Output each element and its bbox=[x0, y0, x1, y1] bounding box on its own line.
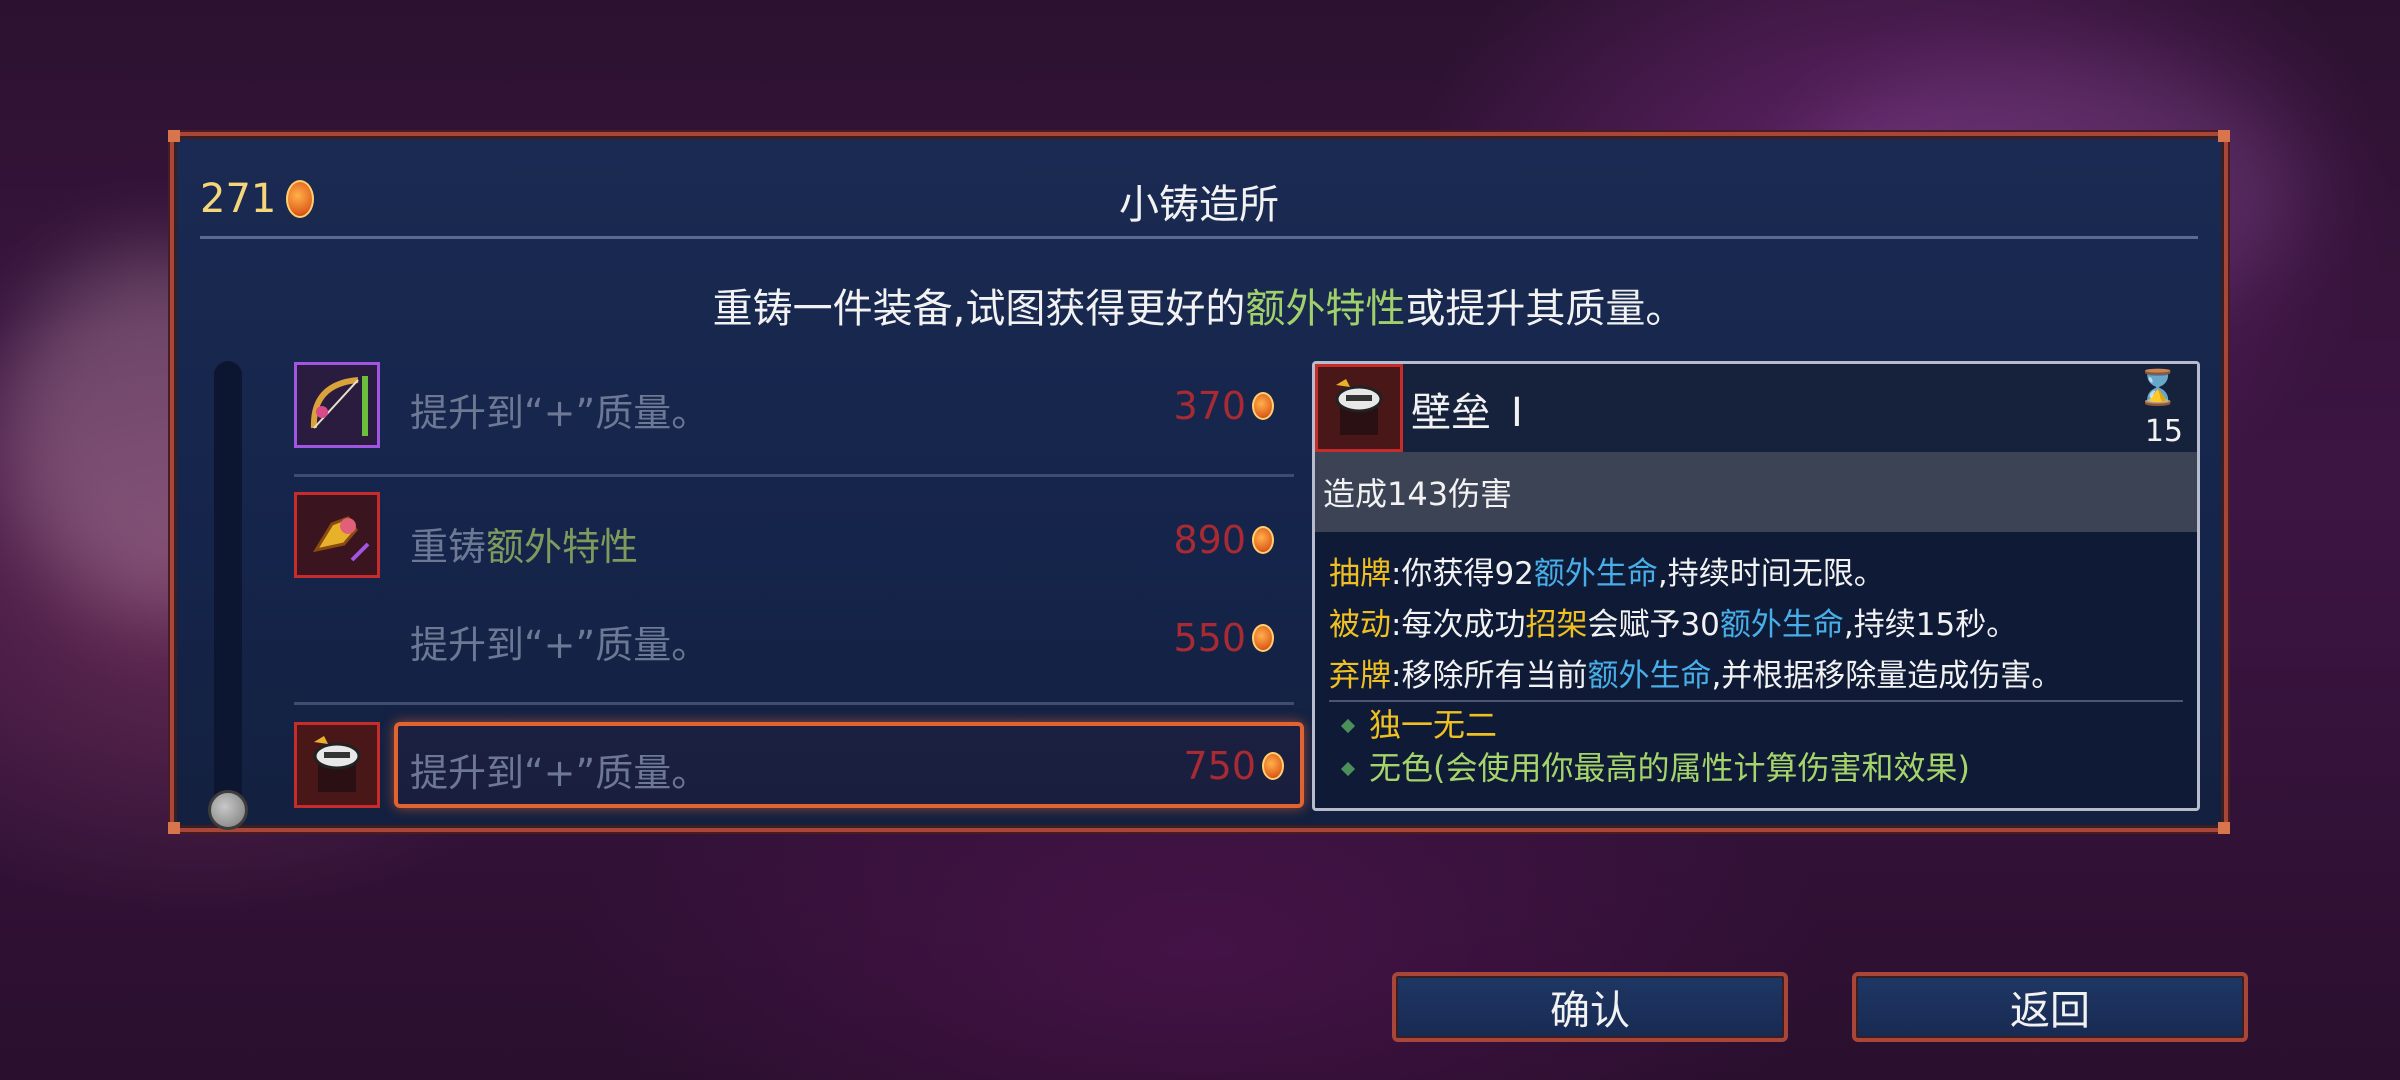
ability-keyword: 抽牌 bbox=[1329, 556, 1391, 592]
ability-discard: 弃牌:移除所有当前额外生命,并根据移除量造成伤害。 bbox=[1329, 651, 2187, 702]
description-text-end: 或提升其质量。 bbox=[1405, 286, 1686, 332]
bastion-icon bbox=[1315, 364, 1403, 452]
option-label: 提升到“+”质量。 bbox=[410, 751, 710, 795]
option-price: 370 bbox=[1173, 384, 1274, 428]
scrollbar-track[interactable] bbox=[214, 361, 242, 811]
ability-text: :你获得92 bbox=[1391, 556, 1534, 592]
item-tags: 独一无二 无色(会使用你最高的属性计算伤害和效果) bbox=[1340, 704, 1970, 790]
option-price: 550 bbox=[1173, 616, 1274, 660]
panel-title: 小铸造所 bbox=[1119, 182, 1279, 228]
row-divider bbox=[294, 474, 1294, 477]
option-row-bow-upgrade[interactable]: 提升到“+”质量。 370 bbox=[294, 362, 1294, 452]
forge-panel: 271 小铸造所 重铸一件装备,试图获得更好的额外特性或提升其质量。 提升到“+… bbox=[168, 130, 2230, 834]
back-button[interactable]: 返回 bbox=[1852, 972, 2248, 1042]
option-label-keyword: 额外特性 bbox=[486, 525, 639, 569]
tag-text: 独一无二 bbox=[1369, 706, 1498, 744]
panel-corner bbox=[2218, 822, 2230, 834]
description-text: 重铸一件装备,试图获得更好的 bbox=[712, 286, 1246, 332]
price-value: 370 bbox=[1173, 384, 1246, 428]
gold-coin-icon bbox=[1252, 526, 1274, 554]
ability-list: 抽牌:你获得92额外生命,持续时间无限。 被动:每次成功招架会赋予30额外生命,… bbox=[1329, 549, 2187, 702]
gold-coin-icon bbox=[1252, 392, 1274, 420]
panel-corner bbox=[168, 130, 180, 142]
ability-keyword-blue: 额外生命 bbox=[1533, 556, 1658, 592]
tag-divider bbox=[1329, 700, 2183, 702]
ability-text: ,持续时间无限。 bbox=[1657, 556, 1885, 592]
option-row-key-upgrade[interactable]: 提升到“+”质量。 550 bbox=[294, 598, 1294, 684]
price-value: 550 bbox=[1173, 616, 1246, 660]
option-label-prefix: 重铸 bbox=[410, 525, 487, 569]
scrollbar-thumb[interactable] bbox=[208, 790, 248, 830]
ability-text: ,持续15秒。 bbox=[1843, 607, 2018, 643]
option-price: 750 bbox=[1183, 744, 1284, 788]
ability-text: 会赋予30 bbox=[1587, 607, 1720, 643]
ability-text: :移除所有当前 bbox=[1391, 658, 1588, 694]
item-name-text: 壁垒 bbox=[1411, 390, 1491, 436]
panel-corner bbox=[168, 822, 180, 834]
panel-corner bbox=[2218, 130, 2230, 142]
bow-icon bbox=[294, 362, 380, 448]
option-label: 提升到“+”质量。 bbox=[410, 623, 710, 667]
diamond-bullet-icon bbox=[1340, 761, 1356, 776]
ability-text: :每次成功 bbox=[1391, 607, 1526, 643]
item-detail-card: 壁垒 I ⌛ 15 造成143伤害 抽牌:你获得92额外生命,持续时间无限。 被动… bbox=[1312, 361, 2200, 811]
option-label: 重铸额外特性 bbox=[410, 516, 638, 571]
hourglass-icon: ⌛ bbox=[2136, 368, 2179, 408]
tag-unique: 独一无二 bbox=[1340, 704, 1970, 747]
row-divider bbox=[294, 702, 1294, 705]
item-level: I bbox=[1511, 390, 1523, 436]
key-weapon-icon bbox=[294, 492, 380, 578]
price-value: 750 bbox=[1183, 744, 1256, 788]
option-price: 890 bbox=[1173, 518, 1274, 562]
ability-keyword: 被动 bbox=[1329, 607, 1391, 643]
description-keyword: 额外特性 bbox=[1245, 286, 1406, 332]
item-name: 壁垒 I bbox=[1411, 380, 1523, 438]
ability-passive: 被动:每次成功招架会赋予30额外生命,持续15秒。 bbox=[1329, 600, 2187, 651]
price-value: 890 bbox=[1173, 518, 1246, 562]
confirm-button[interactable]: 确认 bbox=[1392, 972, 1788, 1042]
option-label: 提升到“+”质量。 bbox=[410, 391, 710, 435]
ability-keyword-parry: 招架 bbox=[1525, 607, 1588, 643]
gold-coin-icon bbox=[1262, 752, 1284, 780]
diamond-bullet-icon bbox=[1340, 718, 1356, 733]
title-divider bbox=[200, 236, 2198, 239]
bastion-icon bbox=[294, 722, 380, 808]
cooldown-value: 15 bbox=[2144, 414, 2183, 449]
forge-description: 重铸一件装备,试图获得更好的额外特性或提升其质量。 bbox=[174, 276, 2224, 334]
ability-keyword: 弃牌 bbox=[1329, 658, 1391, 694]
gold-coin-icon bbox=[1252, 624, 1274, 652]
ability-draw: 抽牌:你获得92额外生命,持续时间无限。 bbox=[1329, 549, 2187, 600]
tag-text: 无色(会使用你最高的属性计算伤害和效果) bbox=[1369, 749, 1970, 787]
selected-option-highlight[interactable]: 提升到“+”质量。 750 bbox=[394, 722, 1304, 808]
ability-text: ,并根据移除量造成伤害。 bbox=[1711, 658, 2063, 694]
ability-keyword-blue: 额外生命 bbox=[1719, 607, 1844, 643]
damage-line: 造成143伤害 bbox=[1315, 452, 2197, 532]
tag-colorless: 无色(会使用你最高的属性计算伤害和效果) bbox=[1340, 747, 1970, 790]
ability-keyword-blue: 额外生命 bbox=[1587, 658, 1712, 694]
option-row-reforge-affixes[interactable]: 重铸额外特性 890 bbox=[294, 492, 1294, 592]
